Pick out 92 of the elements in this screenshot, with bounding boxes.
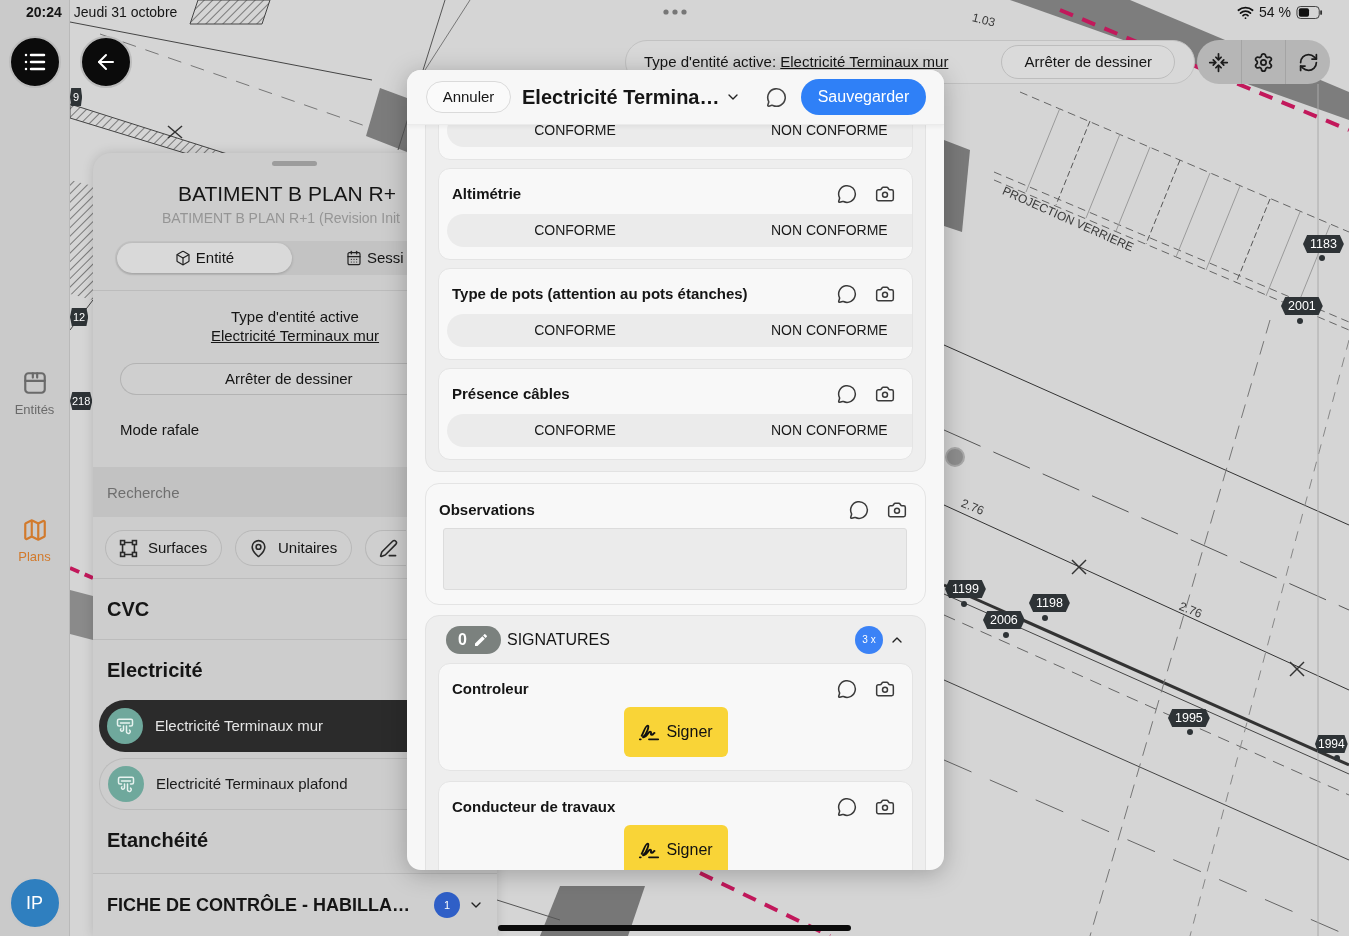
settings-icon <box>1253 51 1274 73</box>
camera-icon[interactable] <box>875 284 895 304</box>
comment-icon[interactable] <box>766 86 787 108</box>
camera-icon[interactable] <box>875 184 895 204</box>
refresh-icon <box>1297 51 1319 73</box>
signer-title: Conducteur de travaux <box>452 796 616 817</box>
pin-label[interactable]: 218 <box>70 392 93 410</box>
camera-icon[interactable] <box>875 797 895 817</box>
multiplier-badge: 3 x <box>855 625 883 654</box>
panel-title: BATIMENT B PLAN R+ <box>178 181 397 207</box>
segment-option[interactable]: NON CONFORME <box>703 414 912 447</box>
active-type-link[interactable]: Electricité Terminaux mur <box>780 53 949 70</box>
plan-label: 2.76 <box>1176 598 1205 622</box>
signature-count: 0 <box>458 630 467 649</box>
active-type-text: Type d'entité active: Electricité Terminaux mur <box>644 54 949 70</box>
dialog-title: Electricité Termina… <box>522 85 720 110</box>
check-title: Altimétrie <box>452 183 522 204</box>
pin-label[interactable]: 12 <box>70 308 89 326</box>
stop-drawing-button[interactable]: Arrêter de dessiner <box>1001 45 1175 79</box>
drag-handle[interactable] <box>272 161 317 166</box>
map-pin-icon <box>249 538 268 558</box>
tab[interactable]: Sessi <box>292 243 407 273</box>
check-title: Présence câbles <box>452 383 570 404</box>
entity-type-item[interactable]: Electricité Terminaux mur <box>99 700 407 752</box>
segment-option[interactable]: CONFORME <box>447 125 703 147</box>
arrows-inward-icon <box>1208 51 1230 73</box>
group-title[interactable]: Electricité <box>107 658 203 682</box>
sign-button[interactable]: Signer <box>623 825 728 870</box>
form-bar[interactable]: FICHE DE CONTRÔLE - HABILLA… 1 <box>93 873 497 936</box>
segment-option[interactable]: CONFORME <box>447 314 703 347</box>
signatures-title: SIGNATURES <box>507 629 610 650</box>
search-field[interactable]: Recherche <box>93 467 407 517</box>
camera-icon[interactable] <box>875 384 895 404</box>
filter-chip[interactable]: Surfaces <box>105 530 222 566</box>
group-title[interactable]: CVC <box>107 597 150 621</box>
comment-icon[interactable] <box>837 184 857 204</box>
battery-icon <box>1296 5 1323 19</box>
status-date: Jeudi 31 octobre <box>73 4 178 20</box>
pin-label[interactable]: 1199 <box>945 580 986 598</box>
vector-square-icon <box>119 538 138 558</box>
status-time: 20:24 <box>26 4 62 20</box>
back-button[interactable] <box>80 36 132 88</box>
active-type-label: Type d'entité active <box>231 308 359 326</box>
segment-option[interactable]: NON CONFORME <box>703 314 912 347</box>
map-icon <box>21 517 48 543</box>
pencil-icon <box>472 631 489 648</box>
avatar[interactable]: IP <box>8 877 61 929</box>
burst-mode-label: Mode rafale <box>120 421 200 439</box>
form-title: FICHE DE CONTRÔLE - HABILLA… <box>107 893 410 917</box>
pin-label[interactable]: 9 <box>70 88 83 106</box>
box-icon <box>21 370 48 396</box>
sign-button[interactable]: Signer <box>623 707 728 757</box>
pin-label[interactable]: 1994 <box>1315 735 1348 753</box>
comment-icon[interactable] <box>837 679 857 699</box>
map-marker-icon[interactable] <box>945 447 965 467</box>
segment-option[interactable]: CONFORME <box>447 414 703 447</box>
pen-icon <box>379 538 398 558</box>
observations-title: Observations <box>439 499 535 520</box>
pin-label[interactable]: 2006 <box>983 611 1025 629</box>
comment-icon[interactable] <box>849 500 869 520</box>
count-badge: 1 <box>434 892 460 918</box>
check-title: Type de pots (attention au pots étanches) <box>452 283 748 304</box>
signer-title: Controleur <box>452 678 529 699</box>
observations-field[interactable] <box>443 528 907 590</box>
segment-option[interactable]: NON CONFORME <box>703 125 912 147</box>
cancel-button[interactable]: Annuler <box>426 81 511 113</box>
pin-label[interactable]: 1198 <box>1029 594 1070 612</box>
save-button[interactable]: Sauvegarder <box>801 79 926 115</box>
stop-drawing-button[interactable]: Arrêter de dessiner <box>120 363 407 395</box>
filter-chip[interactable] <box>365 530 406 566</box>
filter-chip[interactable]: Unitaires <box>235 530 352 566</box>
pin-label[interactable]: 1995 <box>1168 709 1210 727</box>
air-vent-icon <box>108 766 144 802</box>
more-dots-icon[interactable] <box>663 9 687 15</box>
camera-icon[interactable] <box>887 500 907 520</box>
air-vent-icon <box>107 708 143 744</box>
plan-label: 2.76 <box>958 495 987 519</box>
segment-option[interactable]: CONFORME <box>447 214 703 247</box>
group-title[interactable]: Etanchéité <box>107 828 209 852</box>
camera-icon[interactable] <box>875 679 895 699</box>
pin-label[interactable]: 1183 <box>1303 235 1344 253</box>
active-type-link[interactable]: Electricité Terminaux mur <box>210 327 380 345</box>
cube-icon <box>174 250 191 266</box>
plan-label: 1.03 <box>970 9 997 31</box>
battery-percent: 54 % <box>1259 4 1291 20</box>
segment-option[interactable]: NON CONFORME <box>703 214 912 247</box>
comment-icon[interactable] <box>837 797 857 817</box>
calendar-icon <box>346 250 362 266</box>
tab[interactable]: Entité <box>117 243 292 273</box>
pin-label[interactable]: 2001 <box>1281 297 1323 315</box>
comment-icon[interactable] <box>837 384 857 404</box>
comment-icon[interactable] <box>837 284 857 304</box>
